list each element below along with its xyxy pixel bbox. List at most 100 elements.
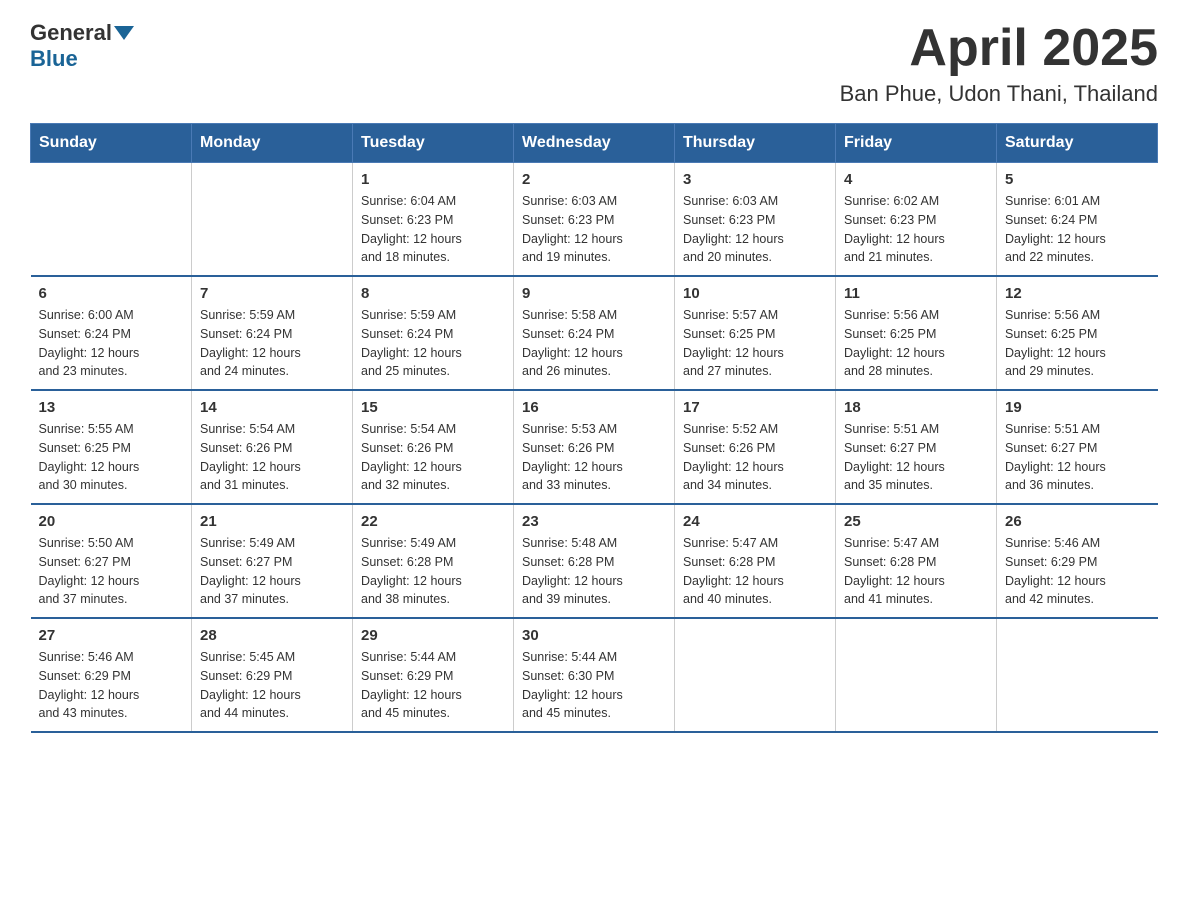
day-info: Sunrise: 5:59 AM Sunset: 6:24 PM Dayligh… [361, 306, 505, 381]
calendar-cell: 15 Sunrise: 5:54 AM Sunset: 6:26 PM Dayli… [353, 390, 514, 504]
month-title: April 2025 [840, 20, 1158, 77]
day-info: Sunrise: 5:59 AM Sunset: 6:24 PM Dayligh… [200, 306, 344, 381]
calendar-cell: 19 Sunrise: 5:51 AM Sunset: 6:27 PM Dayli… [997, 390, 1158, 504]
logo-blue-text: Blue [30, 46, 78, 72]
day-number: 6 [39, 285, 184, 302]
day-info: Sunrise: 5:50 AM Sunset: 6:27 PM Dayligh… [39, 534, 184, 609]
calendar-cell: 4 Sunrise: 6:02 AM Sunset: 6:23 PM Daylig… [836, 163, 997, 277]
day-number: 22 [361, 513, 505, 530]
page-header: General Blue April 2025 Ban Phue, Udon T… [30, 20, 1158, 107]
day-info: Sunrise: 6:03 AM Sunset: 6:23 PM Dayligh… [522, 192, 666, 267]
day-number: 3 [683, 171, 827, 188]
calendar-header-row: SundayMondayTuesdayWednesdayThursdayFrid… [31, 124, 1158, 163]
calendar-cell [836, 618, 997, 732]
day-number: 25 [844, 513, 988, 530]
calendar-cell: 25 Sunrise: 5:47 AM Sunset: 6:28 PM Dayli… [836, 504, 997, 618]
logo-general-text: General [30, 20, 112, 46]
calendar-cell: 28Sunrise: 5:45 AM Sunset: 6:29 PM Dayli… [192, 618, 353, 732]
calendar-week-row: 13Sunrise: 5:55 AM Sunset: 6:25 PM Dayli… [31, 390, 1158, 504]
day-info: Sunrise: 5:56 AM Sunset: 6:25 PM Dayligh… [1005, 306, 1150, 381]
day-number: 11 [844, 285, 988, 302]
header-friday: Friday [836, 124, 997, 163]
calendar-cell: 7 Sunrise: 5:59 AM Sunset: 6:24 PM Daylig… [192, 276, 353, 390]
day-info: Sunrise: 5:44 AM Sunset: 6:30 PM Dayligh… [522, 648, 666, 723]
day-info: Sunrise: 5:52 AM Sunset: 6:26 PM Dayligh… [683, 420, 827, 495]
day-number: 12 [1005, 285, 1150, 302]
day-number: 29 [361, 627, 505, 644]
day-number: 15 [361, 399, 505, 416]
day-info: Sunrise: 5:49 AM Sunset: 6:27 PM Dayligh… [200, 534, 344, 609]
header-wednesday: Wednesday [514, 124, 675, 163]
day-info: Sunrise: 5:51 AM Sunset: 6:27 PM Dayligh… [844, 420, 988, 495]
day-info: Sunrise: 5:58 AM Sunset: 6:24 PM Dayligh… [522, 306, 666, 381]
logo-triangle-icon [114, 26, 134, 40]
calendar-cell: 20 Sunrise: 5:50 AM Sunset: 6:27 PM Dayli… [31, 504, 192, 618]
day-number: 24 [683, 513, 827, 530]
day-number: 4 [844, 171, 988, 188]
calendar-table: SundayMondayTuesdayWednesdayThursdayFrid… [30, 123, 1158, 733]
calendar-cell: 18 Sunrise: 5:51 AM Sunset: 6:27 PM Dayli… [836, 390, 997, 504]
day-number: 26 [1005, 513, 1150, 530]
calendar-cell: 6Sunrise: 6:00 AM Sunset: 6:24 PM Daylig… [31, 276, 192, 390]
title-area: April 2025 Ban Phue, Udon Thani, Thailan… [840, 20, 1158, 107]
calendar-cell: 26 Sunrise: 5:46 AM Sunset: 6:29 PM Dayli… [997, 504, 1158, 618]
day-number: 18 [844, 399, 988, 416]
calendar-week-row: 27 Sunrise: 5:46 AM Sunset: 6:29 PM Dayli… [31, 618, 1158, 732]
calendar-cell: 21 Sunrise: 5:49 AM Sunset: 6:27 PM Dayli… [192, 504, 353, 618]
calendar-cell: 12 Sunrise: 5:56 AM Sunset: 6:25 PM Dayli… [997, 276, 1158, 390]
day-info: Sunrise: 5:49 AM Sunset: 6:28 PM Dayligh… [361, 534, 505, 609]
day-info: Sunrise: 5:47 AM Sunset: 6:28 PM Dayligh… [844, 534, 988, 609]
calendar-cell: 1 Sunrise: 6:04 AM Sunset: 6:23 PM Daylig… [353, 163, 514, 277]
header-tuesday: Tuesday [353, 124, 514, 163]
calendar-cell [997, 618, 1158, 732]
day-number: 27 [39, 627, 184, 644]
logo: General Blue [30, 20, 136, 72]
header-monday: Monday [192, 124, 353, 163]
day-number: 30 [522, 627, 666, 644]
day-info: Sunrise: 5:47 AM Sunset: 6:28 PM Dayligh… [683, 534, 827, 609]
day-info: Sunrise: 5:56 AM Sunset: 6:25 PM Dayligh… [844, 306, 988, 381]
calendar-cell: 30 Sunrise: 5:44 AM Sunset: 6:30 PM Dayli… [514, 618, 675, 732]
day-info: Sunrise: 5:54 AM Sunset: 6:26 PM Dayligh… [361, 420, 505, 495]
day-number: 5 [1005, 171, 1150, 188]
calendar-cell [31, 163, 192, 277]
day-info: Sunrise: 5:45 AM Sunset: 6:29 PM Dayligh… [200, 648, 344, 723]
day-number: 1 [361, 171, 505, 188]
day-info: Sunrise: 5:44 AM Sunset: 6:29 PM Dayligh… [361, 648, 505, 723]
day-number: 8 [361, 285, 505, 302]
calendar-cell: 29 Sunrise: 5:44 AM Sunset: 6:29 PM Dayli… [353, 618, 514, 732]
day-info: Sunrise: 5:55 AM Sunset: 6:25 PM Dayligh… [39, 420, 184, 495]
day-info: Sunrise: 5:48 AM Sunset: 6:28 PM Dayligh… [522, 534, 666, 609]
day-number: 19 [1005, 399, 1150, 416]
calendar-cell: 5Sunrise: 6:01 AM Sunset: 6:24 PM Daylig… [997, 163, 1158, 277]
calendar-week-row: 20 Sunrise: 5:50 AM Sunset: 6:27 PM Dayli… [31, 504, 1158, 618]
day-number: 7 [200, 285, 344, 302]
calendar-cell: 10 Sunrise: 5:57 AM Sunset: 6:25 PM Dayli… [675, 276, 836, 390]
header-saturday: Saturday [997, 124, 1158, 163]
day-info: Sunrise: 5:51 AM Sunset: 6:27 PM Dayligh… [1005, 420, 1150, 495]
calendar-cell: 11 Sunrise: 5:56 AM Sunset: 6:25 PM Dayli… [836, 276, 997, 390]
day-info: Sunrise: 5:53 AM Sunset: 6:26 PM Dayligh… [522, 420, 666, 495]
day-info: Sunrise: 5:57 AM Sunset: 6:25 PM Dayligh… [683, 306, 827, 381]
day-info: Sunrise: 5:46 AM Sunset: 6:29 PM Dayligh… [1005, 534, 1150, 609]
calendar-cell: 16Sunrise: 5:53 AM Sunset: 6:26 PM Dayli… [514, 390, 675, 504]
day-info: Sunrise: 5:54 AM Sunset: 6:26 PM Dayligh… [200, 420, 344, 495]
calendar-cell: 22 Sunrise: 5:49 AM Sunset: 6:28 PM Dayli… [353, 504, 514, 618]
calendar-week-row: 1 Sunrise: 6:04 AM Sunset: 6:23 PM Daylig… [31, 163, 1158, 277]
calendar-cell: 2Sunrise: 6:03 AM Sunset: 6:23 PM Daylig… [514, 163, 675, 277]
day-info: Sunrise: 5:46 AM Sunset: 6:29 PM Dayligh… [39, 648, 184, 723]
calendar-cell: 17 Sunrise: 5:52 AM Sunset: 6:26 PM Dayli… [675, 390, 836, 504]
calendar-week-row: 6Sunrise: 6:00 AM Sunset: 6:24 PM Daylig… [31, 276, 1158, 390]
header-sunday: Sunday [31, 124, 192, 163]
location-title: Ban Phue, Udon Thani, Thailand [840, 81, 1158, 107]
day-number: 21 [200, 513, 344, 530]
day-number: 17 [683, 399, 827, 416]
calendar-cell [675, 618, 836, 732]
calendar-cell: 9Sunrise: 5:58 AM Sunset: 6:24 PM Daylig… [514, 276, 675, 390]
header-thursday: Thursday [675, 124, 836, 163]
day-number: 20 [39, 513, 184, 530]
day-number: 10 [683, 285, 827, 302]
day-info: Sunrise: 6:02 AM Sunset: 6:23 PM Dayligh… [844, 192, 988, 267]
day-info: Sunrise: 6:04 AM Sunset: 6:23 PM Dayligh… [361, 192, 505, 267]
day-number: 14 [200, 399, 344, 416]
